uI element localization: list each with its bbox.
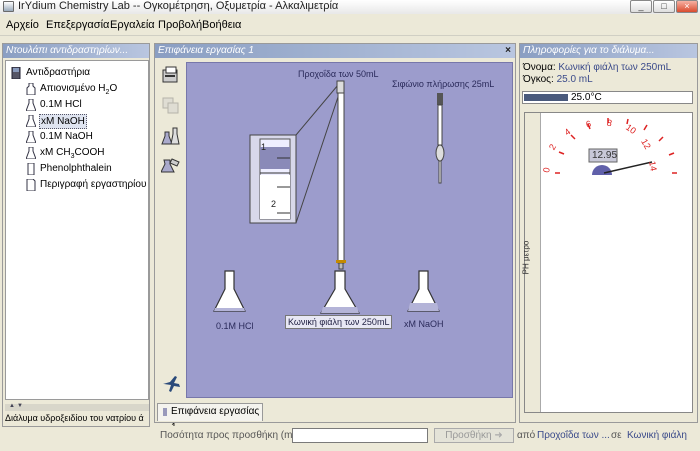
close-button[interactable]: × [676,0,698,13]
tree-item-label: Απιονισμένο H [40,83,106,94]
tree-item-description[interactable]: Περιγραφή εργαστηρίου [6,177,146,193]
tree-item-label-selected: xM NaOH [39,114,87,129]
tree-item-acetic[interactable]: xM CH3COOH [6,145,146,161]
temperature-bar [524,94,568,101]
bottle-icon [27,163,35,175]
transfer-bar: Ποσότητα προς προσθήκη (mL): Προσθήκη ➜ … [155,426,700,448]
menu-bar: Αρχείο Επεξεργασία Εργαλεία Προβολή Βοήθ… [0,14,700,36]
workbench-close-icon[interactable]: × [505,44,511,58]
menu-help[interactable]: Βοήθεια [202,19,241,31]
tree-item-label: xM CH [40,147,71,158]
ph-meter-label: PH μετρο [521,240,531,275]
flask-center-label: Κωνική φιάλη των 250mL [285,315,393,329]
window-title: IrYdium Chemistry Lab -- Ογκομέτρηση, Οξ… [18,0,339,12]
add-button-label: Προσθήκη [445,430,492,441]
airplane-icon[interactable] [161,374,181,394]
app-logo-icon [3,1,14,12]
scroll-down-arrow[interactable]: ▼ [17,403,23,409]
tree-item-label: 0.1M NaOH [40,131,93,142]
burette[interactable] [336,80,346,270]
zoom-mark-2: 2 [271,199,277,209]
bottle-icon [26,83,36,95]
thermometer: 25.0°C [522,91,693,104]
tree-root[interactable]: Αντιδραστήρια [6,65,146,81]
flask-icon [26,99,36,111]
flask-left-label: 0.1M HCl [216,321,254,331]
lab-scene [213,80,445,314]
ph-meter-sidebar: PH μετρο [521,113,541,412]
burette-label: Προχοΐδα των 50mL [298,69,379,79]
flask-center[interactable] [319,270,361,314]
ph-tick-14: 14 [647,160,659,172]
tree-item-label: Περιγραφή εργαστηρίου [40,179,147,190]
tree-item-xm-naoh[interactable]: xM NaOH [6,113,146,129]
pipette[interactable] [435,93,445,184]
workbench-header: Επιφάνεια εργασίας 1 × [155,44,515,58]
from-select[interactable]: Προχοΐδα των ... [537,430,610,441]
burette-zoom-view [249,84,339,224]
glassware-icon[interactable] [161,126,181,146]
info-volume-value: 25.0 mL [556,74,593,85]
to-label: σε [611,430,622,441]
tree-item-naoh[interactable]: 0.1M NaOH [6,129,146,145]
copy-icon[interactable] [161,96,181,116]
to-select[interactable]: Κωνική φιάλη [627,430,687,441]
pipette-label: Σιφώνιο πλήρωσης 25mL [392,79,495,89]
info-name-key: Όνομα: [523,62,556,73]
reagent-tree: Αντιδραστήρια Απιονισμένο H2O 0.1M HCl x… [5,60,149,400]
info-name-row: Όνομα: Κωνική φιάλη των 250mL [523,62,671,73]
tree-root-label: Αντιδραστήρια [26,67,91,78]
tree-item-label: 0.1M HCl [40,99,82,110]
flask-right[interactable] [407,270,440,312]
tree-item-water[interactable]: Απιονισμένο H2O [6,81,146,97]
ph-meter: PH μετρο 12.95 0 2 4 6 8 10 12 14 [521,112,693,413]
tool-column [155,62,186,398]
quantity-input[interactable] [292,428,428,443]
workbench-title: Επιφάνεια εργασίας 1 [158,45,254,56]
title-bar: IrYdium Chemistry Lab -- Ογκομέτρηση, Οξ… [0,0,700,14]
menu-edit[interactable]: Επεξεργασία [46,19,109,31]
flask-icon [26,115,36,127]
menu-view[interactable]: Προβολή [158,19,202,31]
tree-item-label-tail: COOH [74,147,105,158]
flask-icon [26,147,36,159]
pour-icon[interactable] [161,156,181,176]
qty-label: Ποσότητα προς προσθήκη (mL): [160,430,305,441]
new-bench-icon[interactable] [161,66,181,86]
zoom-mark-1: 1 [261,142,267,152]
stockroom-panel: Ντουλάπι αντιδραστηρίων... Αντιδραστήρια… [2,43,150,427]
stockroom-header: Ντουλάπι αντιδραστηρίων... [3,44,149,58]
splitter[interactable]: ▲ ▼ [5,403,149,411]
info-volume-key: Όγκος: [523,74,554,85]
ph-value: 12.95 [592,150,618,161]
flask-right-label: xM NaOH [404,319,444,329]
temperature-value: 25.0°C [571,92,602,103]
scroll-up-arrow[interactable]: ▲ [9,403,15,409]
minimize-button[interactable]: _ [630,0,652,13]
menu-tools[interactable]: Εργαλεία [110,19,155,31]
from-label: από [517,430,536,441]
pour-arrow-icon: ➜ [494,430,503,441]
tree-item-hcl[interactable]: 0.1M HCl [6,97,146,113]
info-volume-row: Όγκος: 25.0 mL [523,74,593,85]
tree-item-label: Phenolphthalein [40,163,112,174]
tab-icon [163,408,167,416]
menu-file[interactable]: Αρχείο [6,19,39,31]
flask-icon [26,131,36,143]
tab-workbench-1[interactable]: Επιφάνεια εργασίας 1 [157,403,263,433]
reagent-status: Διάλυμα υδροξειδίου του νατρίου ά [5,413,144,423]
document-icon [26,179,36,191]
tree-item-label-tail: O [109,83,118,94]
maximize-button[interactable]: □ [653,0,675,13]
tree-item-phenolphthalein[interactable]: Phenolphthalein [6,161,146,177]
info-header: Πληροφορίες για το διάλυμα... [520,44,697,58]
info-name-value: Κωνική φιάλη των 250mL [558,62,672,73]
cabinet-icon [11,67,21,79]
workbench-area[interactable]: Προχοΐδα των 50mL Σιφώνιο πλήρωσης 25mL … [186,62,513,398]
flask-left[interactable] [213,270,246,312]
add-button[interactable]: Προσθήκη ➜ [434,428,514,443]
